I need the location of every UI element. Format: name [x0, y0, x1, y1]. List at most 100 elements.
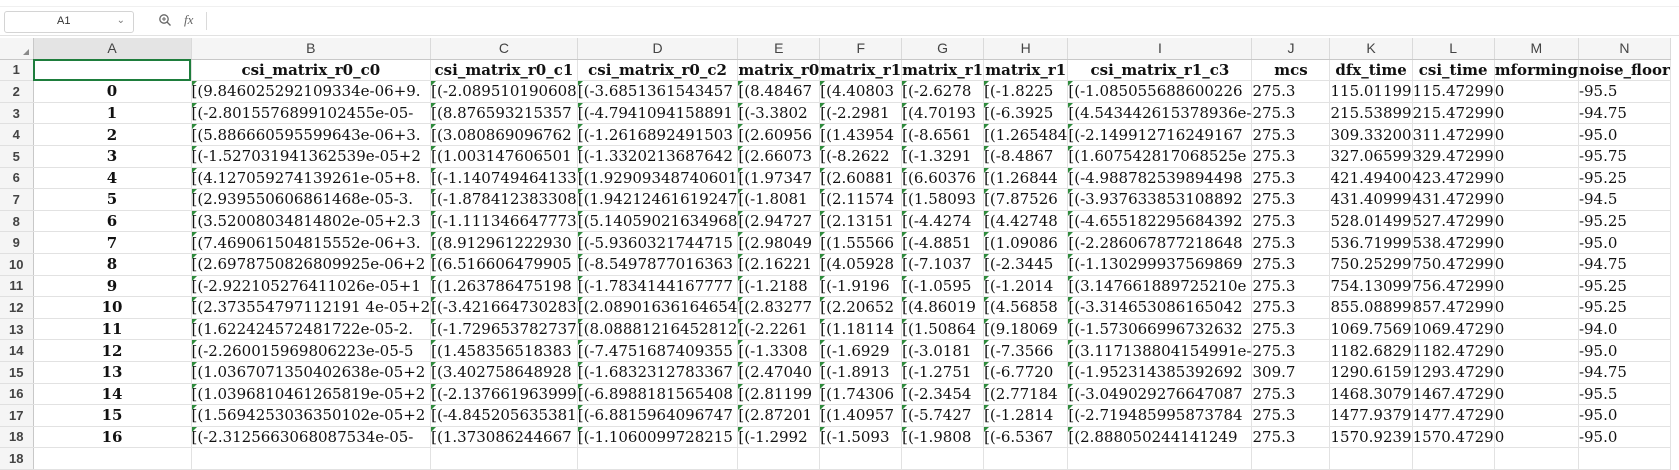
- table-cell[interactable]: 0: [1494, 361, 1579, 384]
- table-cell[interactable]: -95.0: [1578, 231, 1671, 254]
- table-cell[interactable]: 754.13099: [1329, 275, 1413, 298]
- table-cell[interactable]: [(-1.2814: [983, 404, 1069, 427]
- table-cell[interactable]: [(-2.3454: [901, 383, 985, 406]
- table-cell[interactable]: [(-6.8815964096747: [577, 404, 739, 427]
- table-cell[interactable]: 0: [1494, 383, 1579, 406]
- table-cell[interactable]: [(4.40803: [819, 80, 903, 103]
- table-cell[interactable]: [(1.0396810461265819e-05+2: [191, 383, 432, 406]
- table-cell[interactable]: [(4.86019: [901, 296, 985, 319]
- table-cell[interactable]: [(4.543442615378936e-: [1067, 102, 1253, 125]
- table-cell[interactable]: 275.3: [1251, 231, 1331, 254]
- table-cell[interactable]: [(3.080869096762: [430, 123, 578, 146]
- row-header[interactable]: 14: [0, 339, 34, 362]
- column-header-h[interactable]: H: [983, 38, 1069, 60]
- table-cell[interactable]: 1290.6159: [1329, 361, 1413, 384]
- table-cell[interactable]: [(2.83277: [737, 296, 821, 319]
- column-header-f[interactable]: F: [819, 38, 903, 60]
- table-cell[interactable]: -95.75: [1578, 145, 1671, 168]
- table-cell[interactable]: [(2.60956: [737, 123, 821, 146]
- table-cell[interactable]: [(-3.6851361543457: [577, 80, 739, 103]
- table-cell[interactable]: [(7.469061504815552e-06+3.: [191, 231, 432, 254]
- table-cell[interactable]: [(1.40957: [819, 404, 903, 427]
- table-cell[interactable]: [(-4.845205635381: [430, 404, 578, 427]
- row-header[interactable]: 12: [0, 296, 34, 319]
- table-cell[interactable]: -94.75: [1578, 102, 1671, 125]
- column-title-cell[interactable]: mforming: [1494, 59, 1579, 82]
- table-cell[interactable]: [(-1.2014: [983, 275, 1069, 298]
- table-cell[interactable]: [(4.70193: [901, 102, 985, 125]
- table-cell[interactable]: [(-1.085055688600226: [1067, 80, 1253, 103]
- table-cell[interactable]: [(-1.0595: [901, 275, 985, 298]
- table-cell[interactable]: -95.25: [1578, 210, 1671, 233]
- table-cell[interactable]: [577, 447, 739, 470]
- table-cell[interactable]: 15: [33, 404, 192, 427]
- table-cell[interactable]: 528.01499: [1329, 210, 1413, 233]
- column-title-cell[interactable]: noise_floor: [1578, 59, 1671, 82]
- table-cell[interactable]: 275.3: [1251, 404, 1331, 427]
- row-header[interactable]: 7: [0, 188, 34, 211]
- row-header[interactable]: 18: [0, 447, 34, 470]
- table-cell[interactable]: 215.53899: [1329, 102, 1413, 125]
- table-cell[interactable]: [(-3.937633853108892: [1067, 188, 1253, 211]
- table-cell[interactable]: -95.25: [1578, 296, 1671, 319]
- table-cell[interactable]: 2: [33, 123, 192, 146]
- table-cell[interactable]: [(4.56858: [983, 296, 1069, 319]
- table-cell[interactable]: [(-1.8913: [819, 361, 903, 384]
- table-cell[interactable]: [(1.18114: [819, 318, 903, 341]
- chevron-down-icon[interactable]: ⌄: [117, 15, 125, 26]
- table-cell[interactable]: 0: [1494, 296, 1579, 319]
- table-cell[interactable]: 750.47299: [1412, 253, 1495, 276]
- table-cell[interactable]: [(1.09086: [983, 231, 1069, 254]
- table-cell[interactable]: 8: [33, 253, 192, 276]
- table-cell[interactable]: [(2.47040: [737, 361, 821, 384]
- table-cell[interactable]: [(1.97347: [737, 167, 821, 190]
- table-cell[interactable]: [(-2.260015969806223e-05-5: [191, 339, 432, 362]
- table-cell[interactable]: 1477.9379: [1329, 404, 1413, 427]
- table-cell[interactable]: [(3.402758648928: [430, 361, 578, 384]
- table-cell[interactable]: [(-1.130299937569869: [1067, 253, 1253, 276]
- table-cell[interactable]: 1477.4729: [1412, 404, 1495, 427]
- column-header-n[interactable]: N: [1578, 38, 1671, 60]
- table-cell[interactable]: [(-2.286067877218648: [1067, 231, 1253, 254]
- table-cell[interactable]: [(-1.2616892491503: [577, 123, 739, 146]
- table-cell[interactable]: [(1.50864: [901, 318, 985, 341]
- table-cell[interactable]: [(-4.8851: [901, 231, 985, 254]
- table-cell[interactable]: 0: [1494, 145, 1579, 168]
- table-cell[interactable]: [983, 447, 1069, 470]
- table-cell[interactable]: [(-8.5497877016363: [577, 253, 739, 276]
- table-cell[interactable]: [(-1.6929: [819, 339, 903, 362]
- table-cell[interactable]: 275.3: [1251, 145, 1331, 168]
- zoom-magnifier-icon[interactable]: [158, 13, 172, 27]
- table-cell[interactable]: [(-7.3566: [983, 339, 1069, 362]
- column-header-c[interactable]: C: [430, 38, 578, 60]
- table-cell[interactable]: [(-6.3925: [983, 102, 1069, 125]
- table-cell[interactable]: [(-1.5093: [819, 426, 903, 449]
- row-header[interactable]: 18: [0, 426, 34, 449]
- table-cell[interactable]: 14: [33, 383, 192, 406]
- table-cell[interactable]: [(-6.5367: [983, 426, 1069, 449]
- table-cell[interactable]: [(-2.2981: [819, 102, 903, 125]
- table-cell[interactable]: 13: [33, 361, 192, 384]
- table-cell[interactable]: [(-3.421664730283: [430, 296, 578, 319]
- table-cell[interactable]: [(-2.149912716249167: [1067, 123, 1253, 146]
- table-cell[interactable]: 0: [1494, 80, 1579, 103]
- table-cell[interactable]: [(-1.111346647773: [430, 210, 578, 233]
- table-cell[interactable]: [(-1.2992: [737, 426, 821, 449]
- table-cell[interactable]: [(-2.8015576899102455e-05-: [191, 102, 432, 125]
- table-cell[interactable]: -94.75: [1578, 253, 1671, 276]
- table-cell[interactable]: -95.0: [1578, 339, 1671, 362]
- table-cell[interactable]: 1468.3079: [1329, 383, 1413, 406]
- table-cell[interactable]: -94.0: [1578, 318, 1671, 341]
- column-title-cell[interactable]: matrix_r1: [901, 59, 985, 82]
- table-cell[interactable]: [(2.888050244141249: [1067, 426, 1253, 449]
- table-cell[interactable]: [(-1.3320213687642: [577, 145, 739, 168]
- table-cell[interactable]: [(-1.729653782737: [430, 318, 578, 341]
- table-cell[interactable]: -95.25: [1578, 275, 1671, 298]
- table-cell[interactable]: [(5.886660595599643e-06+3.: [191, 123, 432, 146]
- row-header[interactable]: 3: [0, 102, 34, 125]
- table-cell[interactable]: 431.47299: [1412, 188, 1495, 211]
- column-header-d[interactable]: D: [577, 38, 739, 60]
- table-cell[interactable]: 10: [33, 296, 192, 319]
- table-cell[interactable]: [33, 447, 192, 470]
- table-cell[interactable]: [1494, 447, 1579, 470]
